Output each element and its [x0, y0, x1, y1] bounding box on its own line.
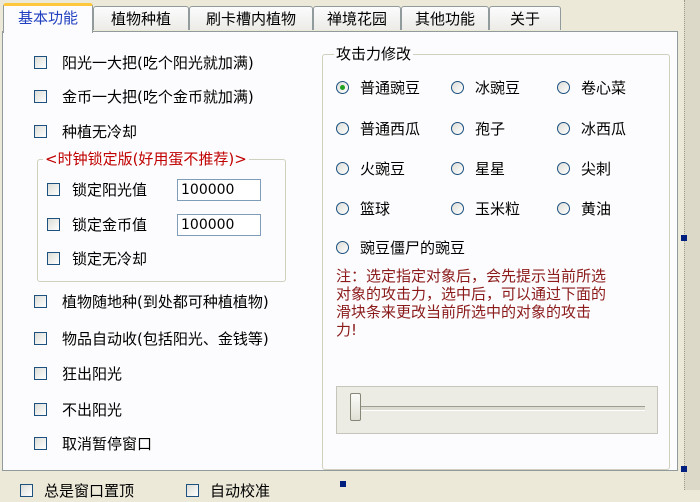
- radio-label: 卷心菜: [581, 79, 627, 97]
- checkbox-label: 锁定阳光值: [72, 181, 148, 199]
- radio-label: 冰西瓜: [581, 120, 627, 138]
- radio-dot[interactable]: [336, 202, 349, 215]
- radio-label: 玉米粒: [475, 200, 521, 218]
- checkbox-label: 自动校准: [210, 482, 271, 500]
- resize-handle[interactable]: [681, 466, 687, 472]
- radio-label: 孢子: [475, 120, 506, 138]
- checkbox-box[interactable]: [186, 484, 199, 497]
- resize-handle[interactable]: [681, 235, 687, 241]
- checkbox-label: 取消暂停窗口: [62, 435, 153, 453]
- radio-dot[interactable]: [336, 162, 349, 175]
- checkbox-label: 狂出阳光: [62, 365, 123, 383]
- radio-label: 冰豌豆: [475, 79, 521, 97]
- radio-label: 篮球: [360, 200, 391, 218]
- radio-dot[interactable]: [557, 122, 570, 135]
- tab-label: 基本功能: [17, 9, 78, 27]
- resize-handle[interactable]: [340, 481, 346, 487]
- checkbox-label: 不出阳光: [62, 401, 123, 419]
- checkbox-box[interactable]: [34, 90, 47, 103]
- slider-track[interactable]: [357, 406, 645, 411]
- checkbox-box[interactable]: [47, 218, 60, 231]
- slider-thumb[interactable]: [350, 393, 361, 421]
- checkbox-box[interactable]: [34, 56, 47, 69]
- checkbox-box[interactable]: [34, 367, 47, 380]
- tab-label: 植物种植: [110, 10, 171, 28]
- tab-other[interactable]: 其他功能: [401, 6, 489, 30]
- tab-plant[interactable]: 植物种植: [93, 6, 189, 30]
- radio-dot[interactable]: [557, 162, 570, 175]
- radio-label: 豌豆僵尸的豌豆: [360, 239, 466, 257]
- radio-label: 普通西瓜: [360, 120, 421, 138]
- checkbox-label: 植物随地种(到处都可种植植物): [62, 293, 269, 311]
- radio-label: 星星: [475, 160, 506, 178]
- tab-label: 刷卡槽内植物: [205, 10, 296, 28]
- checkbox-box[interactable]: [34, 403, 47, 416]
- checkbox-label: 阳光一大把(吃个阳光就加满): [62, 54, 254, 72]
- checkbox-label: 金币一大把(吃个金币就加满): [62, 88, 254, 106]
- tab-panel: 阳光一大把(吃个阳光就加满) 金币一大把(吃个金币就加满) 种植无冷却 <时钟锁…: [2, 31, 678, 471]
- checkbox-label: 物品自动收(包括阳光、金钱等): [62, 330, 269, 348]
- radio-label: 普通豌豆: [360, 79, 421, 97]
- tab-card-slot[interactable]: 刷卡槽内植物: [189, 6, 313, 30]
- radio-dot[interactable]: [336, 241, 349, 254]
- bottom-strip: 总是窗口置顶 自动校准: [0, 471, 700, 500]
- radio-dot[interactable]: [557, 202, 570, 215]
- checkbox-label: 种植无冷却: [62, 123, 138, 141]
- checkbox-box[interactable]: [34, 437, 47, 450]
- radio-label: 尖刺: [581, 160, 612, 178]
- checkbox-box[interactable]: [34, 295, 47, 308]
- coin-value-input[interactable]: 100000: [177, 214, 261, 236]
- radio-dot[interactable]: [336, 122, 349, 135]
- checkbox-label: 锁定金币值: [72, 216, 148, 234]
- radio-label: 黄油: [581, 200, 612, 218]
- tab-strip: 基本功能 植物种植 刷卡槽内植物 禅境花园 其他功能 关于: [0, 3, 700, 33]
- attack-note: 注：选定指定对象后，会先提示当前所选对象的攻击力，选中后，可以通过下面的滑块条来…: [336, 267, 607, 339]
- tab-label: 禅境花园: [326, 10, 387, 28]
- checkbox-label: 总是窗口置顶: [44, 482, 135, 500]
- radio-dot[interactable]: [451, 122, 464, 135]
- radio-dot[interactable]: [557, 81, 570, 94]
- checkbox-box[interactable]: [47, 252, 60, 265]
- checkbox-box[interactable]: [47, 183, 60, 196]
- tab-about[interactable]: 关于: [489, 6, 561, 30]
- designer-edge: [684, 0, 700, 490]
- sun-value-input[interactable]: 100000: [177, 179, 261, 201]
- radio-dot[interactable]: [336, 81, 349, 94]
- radio-dot[interactable]: [451, 81, 464, 94]
- radio-dot[interactable]: [451, 202, 464, 215]
- tab-label: 其他功能: [414, 10, 475, 28]
- checkbox-box[interactable]: [20, 484, 33, 497]
- checkbox-box[interactable]: [34, 125, 47, 138]
- attack-slider[interactable]: [336, 386, 658, 434]
- radio-dot[interactable]: [451, 162, 464, 175]
- radio-label: 火豌豆: [360, 160, 406, 178]
- clock-lock-group-title: <时钟锁定版(好用蛋不推荐)>: [43, 149, 249, 169]
- checkbox-box[interactable]: [34, 332, 47, 345]
- tab-zen-garden[interactable]: 禅境花园: [313, 6, 401, 30]
- tab-label: 关于: [509, 10, 540, 28]
- attack-group-title: 攻击力修改: [334, 44, 414, 64]
- tab-basic[interactable]: 基本功能: [3, 3, 93, 33]
- checkbox-label: 锁定无冷却: [72, 250, 148, 268]
